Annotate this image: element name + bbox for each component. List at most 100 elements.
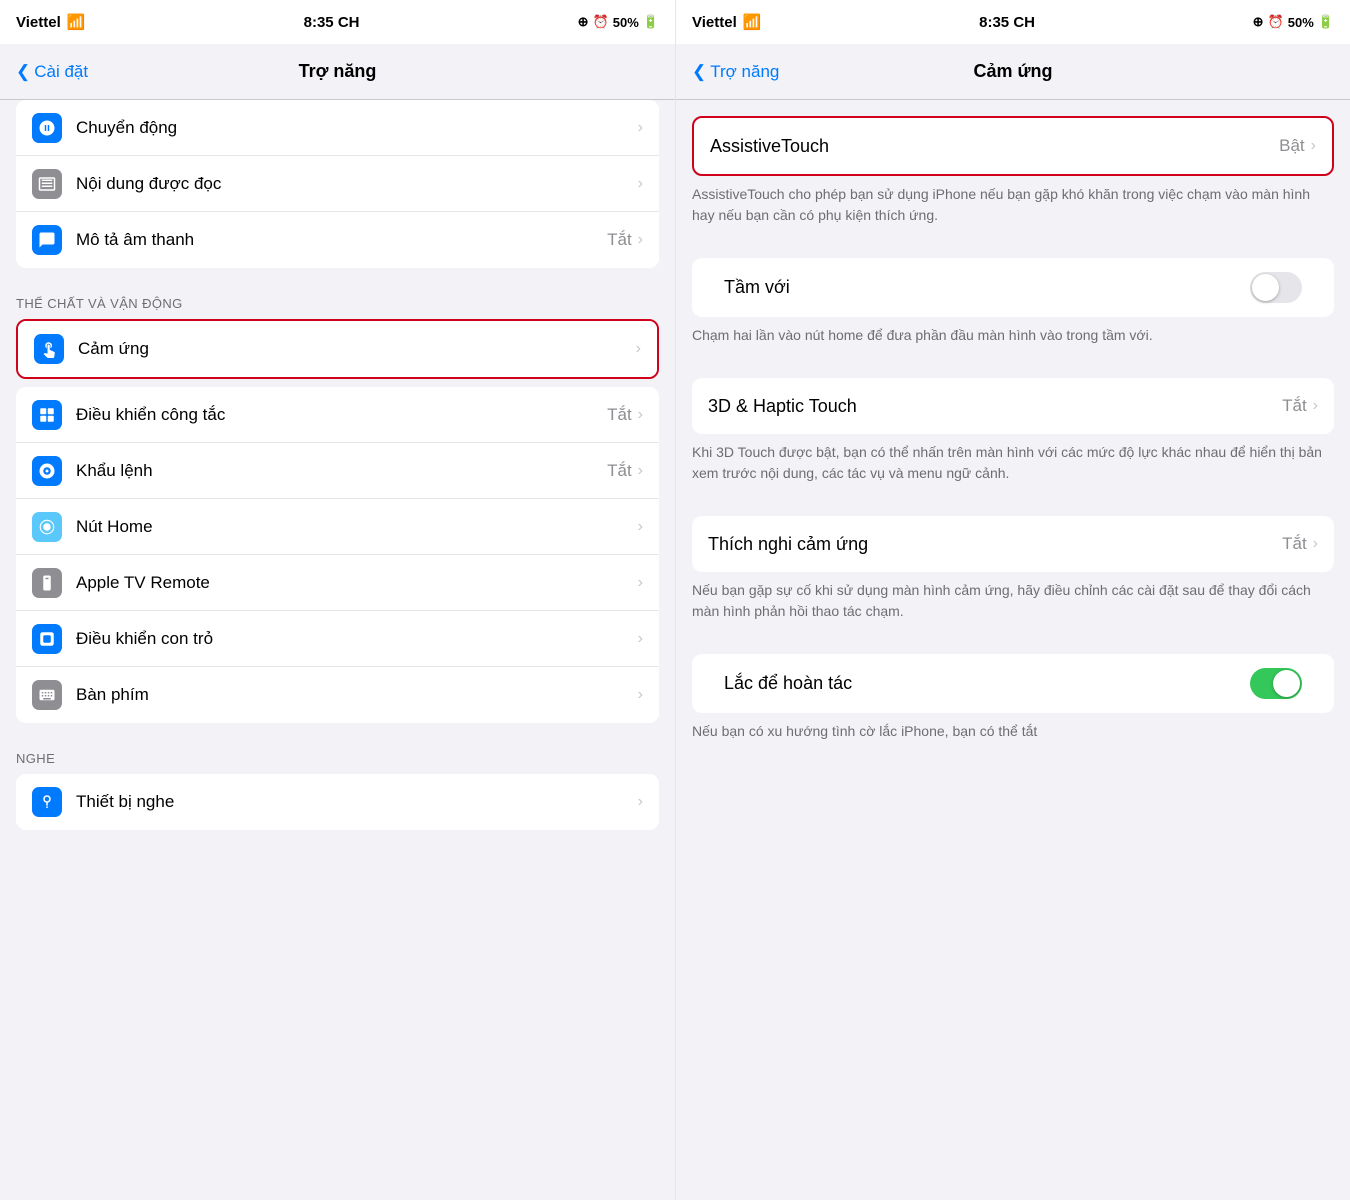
tv-remote-icon bbox=[32, 568, 62, 598]
left-panel: Viettel 📶 8:35 CH ⊕ ⏰ 50% 🔋 ❮ Cài đặt Tr… bbox=[0, 0, 675, 1200]
list-item[interactable]: Nội dung được đọc › bbox=[16, 156, 659, 212]
audio-desc-icon bbox=[32, 225, 62, 255]
haptic-touch-row[interactable]: 3D & Haptic Touch Tắt › bbox=[692, 378, 1334, 434]
carrier-left: Viettel bbox=[16, 14, 61, 31]
list-item[interactable]: Nút Home › bbox=[16, 499, 659, 555]
assistive-touch-group: AssistiveTouch Bật › bbox=[692, 116, 1334, 176]
hearing-device-label: Thiết bị nghe bbox=[76, 792, 638, 812]
motion-label: Chuyển động bbox=[76, 118, 638, 138]
voice-control-icon bbox=[32, 456, 62, 486]
status-bar-right: Viettel 📶 8:35 CH ⊕ ⏰ 50% 🔋 bbox=[676, 0, 1350, 44]
thich-nghi-label: Thích nghi cảm ứng bbox=[708, 534, 1282, 555]
thich-nghi-row[interactable]: Thích nghi cảm ứng Tắt › bbox=[692, 516, 1334, 572]
list-item[interactable]: Bàn phím › bbox=[16, 667, 659, 723]
chevron-thich-nghi: › bbox=[1313, 535, 1318, 553]
chevron-hearing: › bbox=[638, 793, 643, 811]
status-right-right: ⊕ ⏰ 50% 🔋 bbox=[1253, 14, 1334, 30]
physical-section-header: THỂ CHẤT VÀ VẬN ĐỘNG bbox=[0, 276, 675, 319]
list-item[interactable]: Apple TV Remote › bbox=[16, 555, 659, 611]
content-read-icon bbox=[32, 169, 62, 199]
physical-settings-group: Điều khiển công tắc Tắt › Khẩu lệnh Tắt … bbox=[16, 387, 659, 723]
wifi-icon-right: 📶 bbox=[743, 13, 762, 31]
time-right: 8:35 CH bbox=[979, 14, 1035, 31]
battery-icon-left: 🔋 bbox=[643, 14, 659, 30]
battery-icon-right: 🔋 bbox=[1318, 14, 1334, 30]
keyboard-label: Bàn phím bbox=[76, 685, 638, 705]
battery-right: 50% bbox=[1288, 15, 1314, 30]
chevron-cam-ung: › bbox=[636, 340, 641, 358]
audio-desc-label: Mô tả âm thanh bbox=[76, 230, 607, 250]
chevron-assistive: › bbox=[1311, 137, 1316, 155]
chevron-home: › bbox=[638, 518, 643, 536]
list-item[interactable]: Điều khiển công tắc Tắt › bbox=[16, 387, 659, 443]
home-button-icon bbox=[32, 512, 62, 542]
back-label-left: Cài đặt bbox=[34, 62, 88, 82]
carrier-right: Viettel bbox=[692, 14, 737, 31]
back-button-right[interactable]: ❮ Trợ năng bbox=[688, 62, 779, 82]
chevron-pointer: › bbox=[638, 630, 643, 648]
listening-settings-group: Thiết bị nghe › bbox=[16, 774, 659, 830]
voice-control-value: Tắt bbox=[607, 461, 632, 481]
back-label-right: Trợ năng bbox=[710, 62, 779, 82]
pointer-control-icon bbox=[32, 624, 62, 654]
assistive-touch-label: AssistiveTouch bbox=[710, 136, 1279, 157]
tam-voi-group: Tầm với bbox=[692, 258, 1334, 317]
haptic-touch-desc: Khi 3D Touch được bật, bạn có thể nhấn t… bbox=[676, 434, 1350, 500]
assistive-touch-row[interactable]: AssistiveTouch Bật › bbox=[694, 118, 1332, 174]
list-item[interactable]: Điều khiển con trỏ › bbox=[16, 611, 659, 667]
haptic-touch-group: 3D & Haptic Touch Tắt › bbox=[692, 378, 1334, 434]
motion-icon bbox=[32, 113, 62, 143]
thich-nghi-value: Tắt bbox=[1282, 534, 1307, 554]
pointer-control-label: Điều khiển con trỏ bbox=[76, 629, 638, 649]
top-settings-group: Chuyển động › Nội dung được đọc › Mô tả … bbox=[16, 100, 659, 268]
right-panel: Viettel 📶 8:35 CH ⊕ ⏰ 50% 🔋 ❮ Trợ năng C… bbox=[675, 0, 1350, 1200]
lac-de-toggle[interactable] bbox=[1250, 668, 1302, 699]
location-icon-right: ⊕ bbox=[1253, 14, 1264, 30]
tam-voi-label: Tầm với bbox=[724, 277, 1250, 298]
cam-ung-row[interactable]: Cảm ứng › bbox=[18, 321, 657, 377]
wifi-icon-left: 📶 bbox=[67, 13, 86, 31]
status-right-left: ⊕ ⏰ 50% 🔋 bbox=[578, 14, 659, 30]
chevron-switch: › bbox=[638, 406, 643, 424]
list-item[interactable]: Chuyển động › bbox=[16, 100, 659, 156]
keyboard-icon bbox=[32, 680, 62, 710]
switch-control-label: Điều khiển công tắc bbox=[76, 405, 607, 425]
status-bar-left: Viettel 📶 8:35 CH ⊕ ⏰ 50% 🔋 bbox=[0, 0, 675, 44]
list-item[interactable]: Khẩu lệnh Tắt › bbox=[16, 443, 659, 499]
haptic-touch-label: 3D & Haptic Touch bbox=[708, 396, 1282, 417]
back-button-left[interactable]: ❮ Cài đặt bbox=[12, 62, 88, 82]
tam-voi-toggle[interactable] bbox=[1250, 272, 1302, 303]
lac-de-group: Lắc để hoàn tác bbox=[692, 654, 1334, 713]
tam-voi-row: Tầm với bbox=[708, 258, 1318, 317]
time-left: 8:35 CH bbox=[304, 14, 360, 31]
chevron-audio-desc: › bbox=[638, 231, 643, 249]
hearing-device-icon bbox=[32, 787, 62, 817]
lac-de-row: Lắc để hoàn tác bbox=[708, 654, 1318, 713]
switch-control-icon bbox=[32, 400, 62, 430]
thich-nghi-desc: Nếu bạn gặp sự cố khi sử dụng màn hình c… bbox=[676, 572, 1350, 638]
battery-left: 50% bbox=[613, 15, 639, 30]
chevron-back-icon-left: ❮ bbox=[16, 62, 30, 82]
chevron-keyboard: › bbox=[638, 686, 643, 704]
left-content: Chuyển động › Nội dung được đọc › Mô tả … bbox=[0, 100, 675, 1200]
chevron-back-icon-right: ❮ bbox=[692, 62, 706, 82]
voice-control-label: Khẩu lệnh bbox=[76, 461, 607, 481]
haptic-touch-value: Tắt bbox=[1282, 396, 1307, 416]
right-content: AssistiveTouch Bật › AssistiveTouch cho … bbox=[676, 100, 1350, 1200]
touch-icon bbox=[34, 334, 64, 364]
location-icon-left: ⊕ bbox=[578, 14, 589, 30]
chevron-tv: › bbox=[638, 574, 643, 592]
assistive-touch-desc: AssistiveTouch cho phép bạn sử dụng iPho… bbox=[676, 176, 1350, 242]
tv-remote-label: Apple TV Remote bbox=[76, 573, 638, 593]
listening-section-header: NGHE bbox=[0, 731, 675, 774]
chevron-haptic: › bbox=[1313, 397, 1318, 415]
home-button-label: Nút Home bbox=[76, 517, 638, 537]
nav-bar-right: ❮ Trợ năng Cảm ứng bbox=[676, 44, 1350, 100]
alarm-icon-left: ⏰ bbox=[593, 14, 609, 30]
list-item[interactable]: Mô tả âm thanh Tắt › bbox=[16, 212, 659, 268]
assistive-touch-value: Bật bbox=[1279, 136, 1305, 156]
chevron-voice: › bbox=[638, 462, 643, 480]
switch-control-value: Tắt bbox=[607, 405, 632, 425]
list-item[interactable]: Thiết bị nghe › bbox=[16, 774, 659, 830]
lac-de-label: Lắc để hoàn tác bbox=[724, 673, 1250, 694]
